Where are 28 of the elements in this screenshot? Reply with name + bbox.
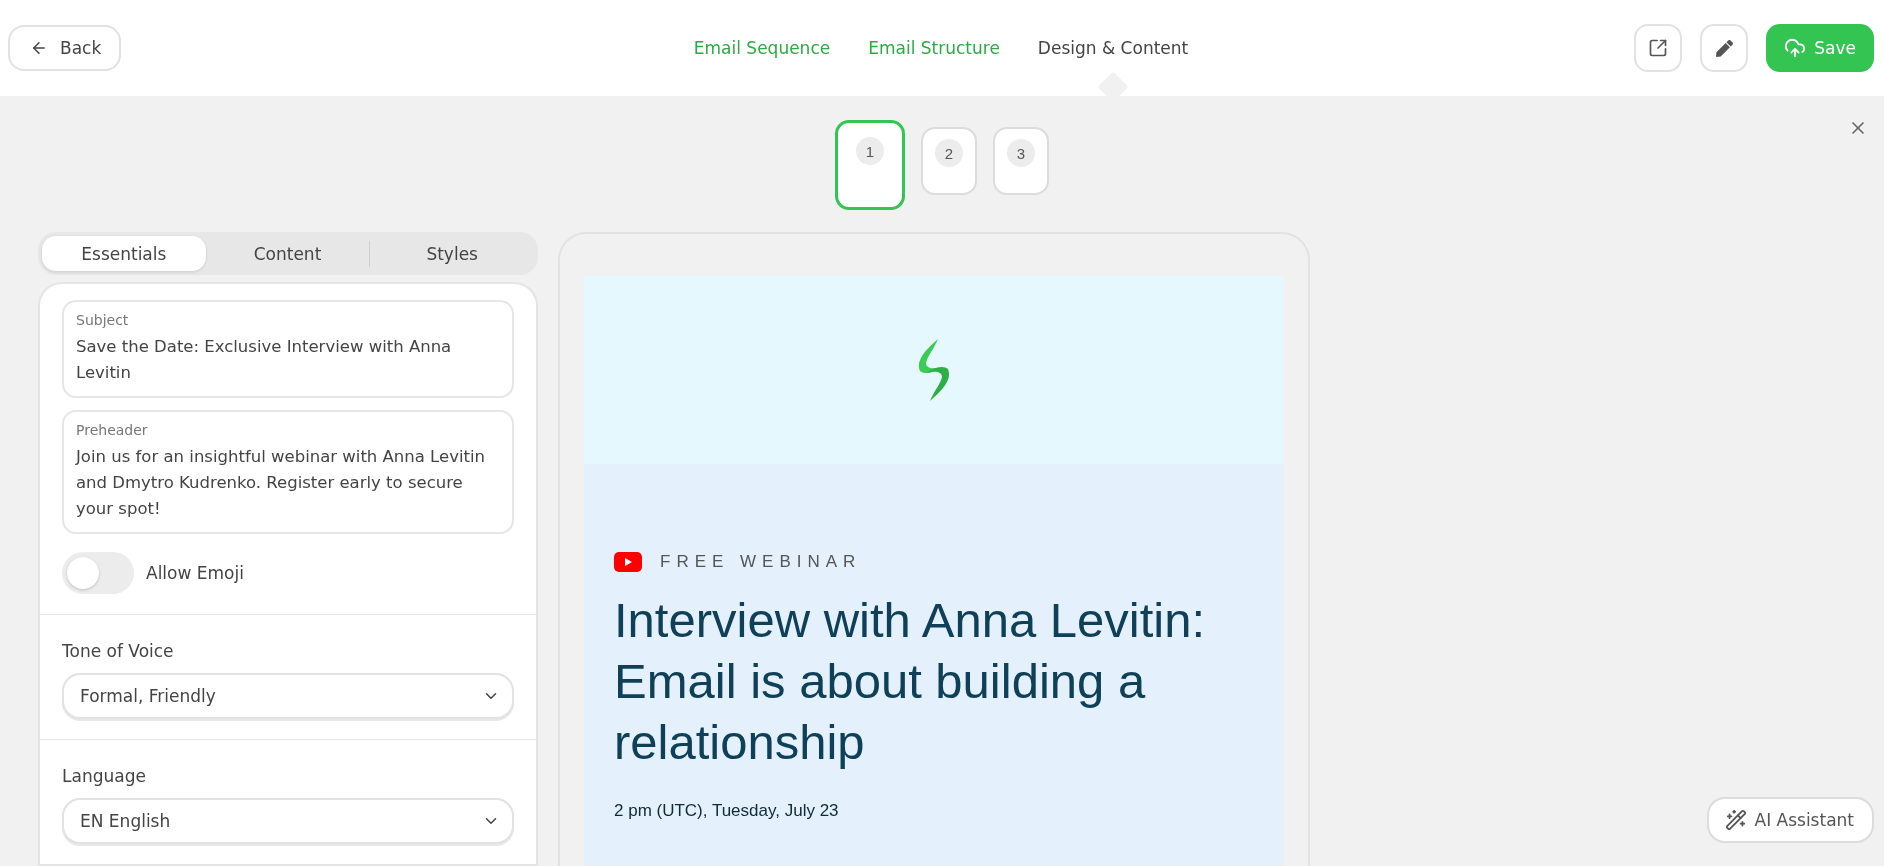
subject-field[interactable]: Subject Save the Date: Exclusive Interview with Anna Levitin <box>62 300 514 398</box>
eyebrow-text: FREE WEBINAR <box>660 552 862 572</box>
open-external-button[interactable] <box>1634 24 1683 72</box>
video-play-icon <box>614 552 642 572</box>
toggle-label: Allow Emoji <box>146 563 244 583</box>
field-label: Language <box>62 766 147 786</box>
emoji-toggle[interactable] <box>62 552 134 594</box>
pen-icon <box>1715 39 1733 57</box>
language-select[interactable]: EN English <box>62 798 514 844</box>
back-button[interactable]: Back <box>8 25 122 71</box>
tone-select[interactable]: Formal, Friendly <box>62 673 514 719</box>
panel-tab[interactable]: Essentials <box>42 236 206 271</box>
panel-tab[interactable]: Styles <box>370 236 534 271</box>
cloud-upload-icon <box>1784 37 1807 59</box>
email-title: Interview with Anna Levitin: Email is about building a relationship <box>614 592 1207 771</box>
preheader-field[interactable]: Preheader Join us for an insightful webinar with Anna Levitin and Dmytro Kudrenko. Register early to secure your spot! <box>62 410 514 534</box>
panel-tab[interactable]: Content <box>205 236 370 271</box>
field-label: Tone of Voice <box>62 641 175 661</box>
step-thumbnail[interactable]: 3 <box>993 127 1049 195</box>
event-date: 2 pm (UTC), Tuesday, July 23 <box>614 801 840 821</box>
step-thumbnail[interactable]: 2 <box>921 127 977 195</box>
magic-wand-icon <box>1724 809 1747 831</box>
nav-link[interactable]: Design & Content <box>1037 38 1189 58</box>
external-link-icon <box>1648 38 1669 58</box>
step-thumbnail[interactable]: 1 <box>835 120 905 210</box>
leaf-logo <box>916 339 952 401</box>
ai-assistant-button[interactable]: AI Assistant <box>1706 797 1874 843</box>
edit-button[interactable] <box>1700 24 1749 72</box>
